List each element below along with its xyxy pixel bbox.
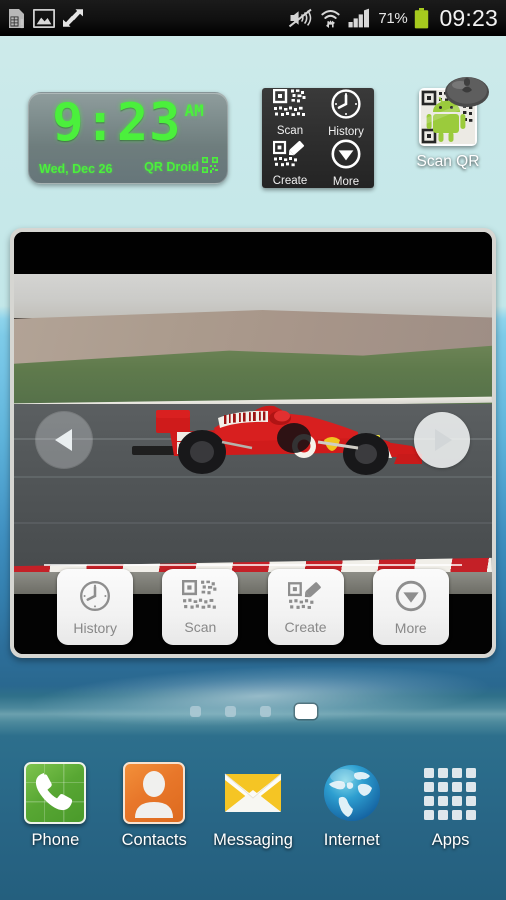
next-photo-arrow[interactable]	[414, 412, 470, 468]
dock-item-phone[interactable]: Phone	[9, 762, 101, 850]
page-dot-2[interactable]	[224, 705, 236, 717]
scan-qr-shortcut[interactable]: Scan QR	[400, 77, 496, 188]
status-bar-left-icons	[0, 8, 84, 29]
globe-icon	[321, 762, 383, 824]
chevron-down-circle-icon	[330, 138, 362, 175]
toolbar-button-scan[interactable]: Scan	[162, 569, 239, 645]
dock-label: Internet	[323, 831, 380, 849]
qr-code-icon	[272, 88, 307, 124]
clock-icon	[78, 579, 112, 618]
photo-gallery-widget[interactable]: History Scan Create More	[10, 228, 496, 658]
apps-grid-icon	[420, 762, 482, 824]
qr-widget-cell-scan[interactable]: Scan	[262, 88, 318, 138]
envelope-icon	[222, 762, 284, 824]
qr-widget-label: History	[328, 126, 364, 138]
dock-label: Contacts	[121, 831, 187, 849]
clock-brand-label: QR Droid	[144, 159, 199, 174]
dock-label: Messaging	[213, 831, 293, 849]
cellular-signal-icon	[348, 8, 371, 28]
dock-item-internet[interactable]: Internet	[306, 762, 398, 850]
qr-code-icon	[202, 157, 218, 176]
toolbar-label: History	[73, 619, 117, 636]
toolbar-label: Scan	[184, 618, 217, 635]
sound-mute-vibrate-icon	[288, 8, 313, 28]
toolbar-button-history[interactable]: History	[57, 569, 134, 645]
toolbar-button-create[interactable]: Create	[267, 569, 344, 645]
toolbar-button-more[interactable]: More	[372, 569, 449, 645]
clock-ampm-text: AM	[184, 101, 204, 120]
clock-date-text: Wed, Dec 26	[39, 162, 113, 176]
formula-one-car-image	[122, 402, 422, 480]
qr-droid-widget[interactable]: Scan History Create More	[262, 88, 374, 188]
qr-pencil-icon	[287, 580, 324, 617]
dock: Phone Contacts Messaging Internet Apps	[0, 762, 506, 874]
magnifier-lens-icon	[444, 76, 490, 116]
page-dot-3[interactable]	[259, 705, 271, 717]
battery-icon	[414, 7, 429, 29]
page-indicator[interactable]	[0, 700, 506, 722]
battery-percent-label: 71%	[378, 9, 408, 27]
qr-widget-cell-more[interactable]: More	[318, 138, 374, 188]
toolbar-label: More	[394, 619, 427, 636]
status-bar[interactable]: 71% 09:23	[0, 0, 506, 36]
qr-widget-cell-history[interactable]: History	[318, 88, 374, 138]
widget-toolbar: History Scan Create More	[14, 566, 492, 648]
toolbar-label: Create	[284, 618, 327, 635]
sim-card-icon	[7, 8, 26, 29]
photo-letterbox-top	[14, 232, 492, 274]
page-dot-4-active[interactable]	[294, 703, 317, 719]
qr-widget-label: Scan	[276, 125, 304, 137]
digital-clock-widget[interactable]: 9:23 AM Wed, Dec 26 QR Droid	[28, 92, 228, 184]
chevron-down-circle-icon	[394, 579, 428, 618]
qr-widget-label: Create	[272, 175, 308, 187]
wallpaper-wave-lower	[0, 644, 506, 748]
qr-pencil-icon	[272, 139, 307, 174]
phone-handset-icon	[24, 762, 87, 824]
dock-item-messaging[interactable]: Messaging	[207, 762, 299, 850]
dock-label: Apps	[431, 831, 470, 849]
dock-label: Phone	[31, 831, 80, 849]
wifi-data-transfer-icon	[320, 8, 341, 29]
sync-transfer-icon	[62, 8, 84, 28]
qr-code-icon	[182, 579, 218, 617]
scan-qr-label: Scan QR	[416, 153, 480, 170]
person-icon	[123, 762, 186, 824]
clock-icon	[330, 88, 362, 125]
status-bar-right-icons: 71% 09:23	[288, 5, 506, 32]
clock-time-text: 9:23	[52, 93, 182, 153]
android-qr-icon	[419, 77, 489, 146]
gallery-image-icon	[33, 8, 55, 28]
status-bar-clock: 09:23	[439, 4, 498, 31]
clock-brand: QR Droid	[144, 157, 218, 176]
photo-frame[interactable]: History Scan Create More	[14, 232, 492, 654]
dock-item-contacts[interactable]: Contacts	[108, 762, 200, 850]
qr-widget-label: More	[332, 176, 360, 188]
previous-photo-arrow[interactable]	[36, 412, 92, 468]
page-dot-1[interactable]	[189, 705, 201, 717]
clock-time-row: 9:23 AM	[29, 95, 227, 155]
dock-item-apps[interactable]: Apps	[405, 762, 497, 850]
qr-widget-cell-create[interactable]: Create	[262, 138, 318, 188]
